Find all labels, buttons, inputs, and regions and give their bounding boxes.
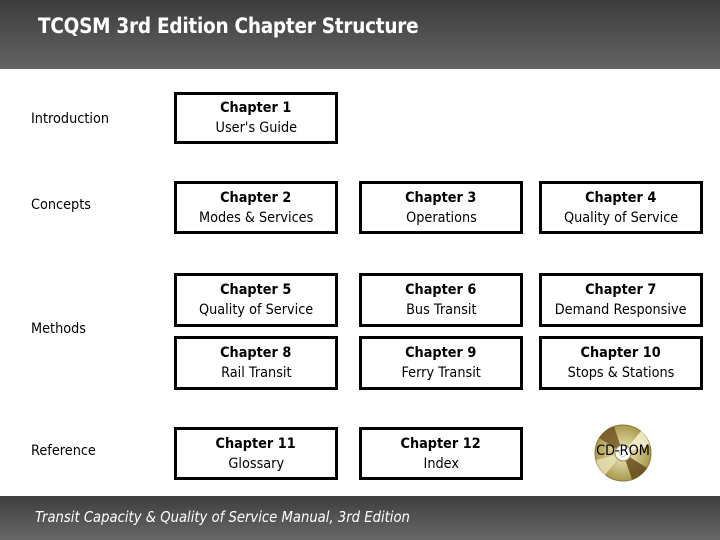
chapter-box-11: Chapter 11 Glossary — [174, 427, 338, 480]
chapter-name: Modes & Services — [198, 209, 314, 226]
chapter-number: Chapter 5 — [220, 282, 292, 298]
chapter-number: Chapter 4 — [585, 189, 657, 206]
row-label-methods: Methods — [31, 321, 87, 337]
row-label-introduction: Introduction — [31, 111, 109, 127]
footer-bar: Transit Capacity & Quality of Service Ma… — [0, 496, 720, 540]
chapter-number: Chapter 7 — [585, 282, 657, 298]
chapter-box-4: Chapter 4 Quality of Service — [539, 181, 703, 234]
chapter-box-2: Chapter 2 Modes & Services — [174, 181, 338, 234]
chapter-name: Ferry Transit — [401, 365, 481, 381]
chapter-number: Chapter 1 — [220, 100, 292, 116]
chapter-number: Chapter 8 — [220, 345, 292, 361]
chapter-box-10: Chapter 10 Stops & Stations — [539, 336, 703, 390]
chapter-number: Chapter 2 — [220, 189, 292, 206]
chapter-box-5: Chapter 5 Quality of Service — [174, 273, 338, 327]
page-title: TCQSM 3rd Edition Chapter Structure — [38, 14, 419, 38]
chapter-name: Operations — [405, 209, 477, 226]
chapter-name: Stops & Stations — [567, 365, 675, 381]
chapter-number: Chapter 10 — [580, 345, 662, 361]
header-bar: TCQSM 3rd Edition Chapter Structure — [0, 0, 720, 69]
chapter-box-1: Chapter 1 User's Guide — [174, 92, 338, 144]
chapter-name: Quality of Service — [198, 302, 314, 318]
chapter-number: Chapter 11 — [215, 435, 297, 452]
cdrom-label: CD-ROM — [596, 443, 650, 459]
chapter-number: Chapter 6 — [405, 282, 477, 298]
chapter-name: User's Guide — [215, 120, 297, 136]
chapter-box-8: Chapter 8 Rail Transit — [174, 336, 338, 390]
chapter-box-3: Chapter 3 Operations — [359, 181, 523, 234]
chapter-name: Bus Transit — [405, 302, 477, 318]
chapter-number: Chapter 9 — [405, 345, 477, 361]
chapter-box-12: Chapter 12 Index — [359, 427, 523, 480]
row-label-concepts: Concepts — [31, 197, 91, 213]
chapter-box-7: Chapter 7 Demand Responsive — [539, 273, 703, 327]
chapter-number: Chapter 12 — [400, 435, 482, 452]
chapter-number: Chapter 3 — [405, 189, 477, 206]
chapter-box-9: Chapter 9 Ferry Transit — [359, 336, 523, 390]
footer-caption: Transit Capacity & Quality of Service Ma… — [35, 508, 410, 526]
chapter-name: Rail Transit — [220, 365, 292, 381]
chapter-box-6: Chapter 6 Bus Transit — [359, 273, 523, 327]
row-label-reference: Reference — [31, 443, 96, 459]
chapter-name: Glossary — [228, 455, 284, 472]
chapter-name: Quality of Service — [563, 209, 679, 226]
chapter-name: Index — [423, 455, 459, 472]
chapter-name: Demand Responsive — [555, 302, 687, 318]
